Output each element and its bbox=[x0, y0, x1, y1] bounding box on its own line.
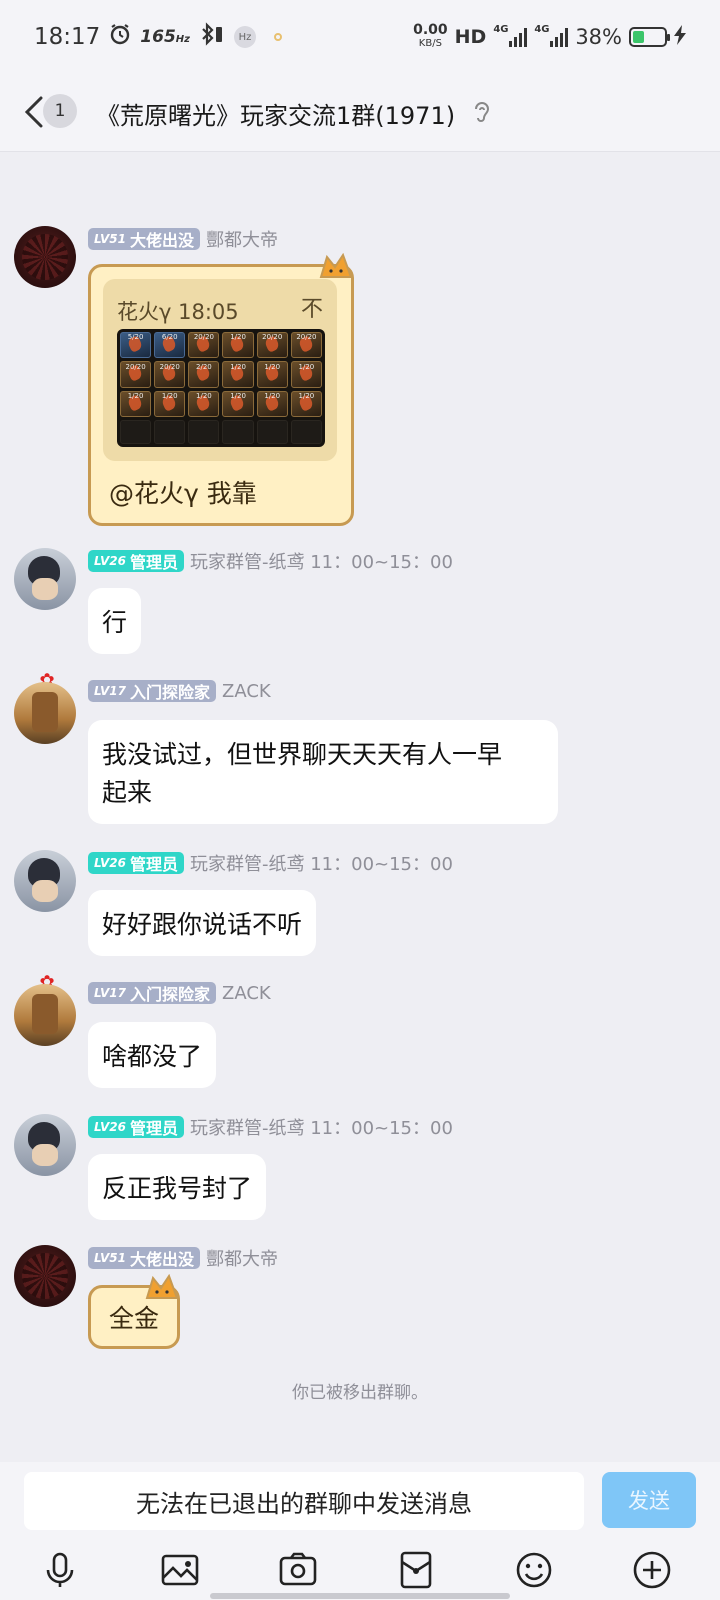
sender-nick[interactable]: 酆都大帝 bbox=[206, 1245, 278, 1271]
avatar[interactable] bbox=[14, 226, 76, 288]
chat-title[interactable]: 《荒原曙光》玩家交流1群(1971) bbox=[96, 96, 455, 131]
message-text: 全金 bbox=[109, 1304, 160, 1333]
chat-header: 1 《荒原曙光》玩家交流1群(1971) bbox=[0, 74, 720, 152]
inventory-count: 1/20 bbox=[127, 392, 144, 401]
battery-icon bbox=[629, 27, 670, 47]
inventory-slot-empty bbox=[188, 420, 220, 444]
inventory-slot-empty bbox=[154, 420, 186, 444]
message-meta: LV17 入门探险家 ZACK bbox=[88, 982, 271, 1004]
level-badge: LV17 入门探险家 bbox=[88, 680, 216, 702]
sender-nick[interactable]: ZACK bbox=[222, 681, 271, 702]
notification-dot bbox=[274, 33, 282, 41]
ear-icon[interactable] bbox=[472, 99, 492, 127]
alarm-icon bbox=[108, 22, 132, 52]
level-badge: LV26 管理员 bbox=[88, 1116, 184, 1138]
battery-percent: 38% bbox=[575, 25, 622, 49]
message-meta: LV17 入门探险家 ZACK bbox=[88, 680, 271, 702]
red-packet-icon[interactable] bbox=[394, 1548, 438, 1592]
message-meta: LV51 大佬出没 酆都大帝 bbox=[88, 226, 278, 252]
inventory-slot: 1/20 bbox=[120, 390, 152, 418]
signal-2: 4G bbox=[534, 24, 569, 47]
sender-nick[interactable]: 玩家群管-纸鸢 11：00~15：00 bbox=[190, 1114, 453, 1140]
input-bar: 无法在已退出的群聊中发送消息 发送 bbox=[0, 1462, 720, 1600]
message-bubble[interactable]: 全金 bbox=[88, 1274, 181, 1349]
inventory-screenshot[interactable]: 5/20 6/20 20/20 1/20 20/20 20/20 20/20 20/20 2/2… bbox=[117, 329, 325, 447]
inventory-slot: 1/20 bbox=[154, 390, 186, 418]
net-speed: 0.00 KB/S bbox=[413, 22, 448, 49]
message-text-line: 起来 bbox=[102, 778, 153, 807]
message-text-line: 我没试过，但世界聊天天天有人一早 bbox=[102, 740, 503, 769]
message-bubble[interactable]: 好好跟你说话不听 bbox=[88, 890, 317, 956]
inventory-count: 1/20 bbox=[230, 392, 246, 401]
status-bar: 18:17 165Hz Hz 0.00 KB/S HD 4G 4G 38% bbox=[0, 0, 720, 74]
status-chip: Hz bbox=[234, 26, 256, 48]
avatar[interactable] bbox=[14, 1245, 76, 1307]
inventory-slot: 1/20 bbox=[222, 390, 254, 418]
message-meta: LV26 管理员 玩家群管-纸鸢 11：00~15：00 bbox=[88, 548, 453, 574]
message-meta: LV51 大佬出没 酆都大帝 bbox=[88, 1245, 278, 1271]
signal-1: 4G bbox=[493, 24, 528, 47]
cat-ears-icon bbox=[319, 253, 353, 278]
level-badge: LV26 管理员 bbox=[88, 550, 184, 572]
microphone-icon[interactable] bbox=[38, 1548, 82, 1592]
message-bubble[interactable]: 花火γ 18:05 不 5/20 6/20 20/20 1/20 20/20 20/20 2… bbox=[88, 253, 354, 526]
message-bubble[interactable]: 行 bbox=[88, 588, 142, 654]
inventory-slot: 1/20 bbox=[290, 390, 322, 418]
inventory-slot: 1/20 bbox=[256, 390, 288, 418]
refresh-rate: 165Hz bbox=[140, 27, 190, 47]
inventory-slot-empty bbox=[222, 420, 254, 444]
inventory-slot: 1/20 bbox=[188, 390, 220, 418]
bluetooth-icon bbox=[198, 22, 226, 52]
emoji-icon[interactable] bbox=[512, 1548, 556, 1592]
image-icon[interactable] bbox=[158, 1548, 202, 1592]
inventory-count: 1/20 bbox=[264, 392, 281, 401]
avatar[interactable] bbox=[14, 850, 76, 912]
level-badge: LV51 大佬出没 bbox=[88, 228, 200, 250]
level-badge: LV51 大佬出没 bbox=[88, 1247, 200, 1269]
inventory-count: 1/20 bbox=[161, 392, 178, 401]
charging-icon bbox=[674, 24, 686, 50]
inventory-count: 1/20 bbox=[196, 392, 212, 401]
avatar[interactable] bbox=[14, 984, 76, 1046]
status-time: 18:17 bbox=[34, 24, 101, 50]
message-bubble[interactable]: 反正我号封了 bbox=[88, 1154, 267, 1220]
unread-badge[interactable]: 1 bbox=[43, 94, 77, 128]
message-meta: LV26 管理员 玩家群管-纸鸢 11：00~15：00 bbox=[88, 1114, 453, 1140]
sender-nick[interactable]: 玩家群管-纸鸢 11：00~15：00 bbox=[190, 850, 453, 876]
camera-icon[interactable] bbox=[276, 1548, 320, 1592]
cat-ears-icon bbox=[145, 1274, 179, 1299]
message-bubble[interactable]: 我没试过，但世界聊天天天有人一早 起来 bbox=[88, 720, 558, 824]
hd-indicator: HD bbox=[454, 26, 487, 48]
message-bubble[interactable]: 啥都没了 bbox=[88, 1022, 217, 1088]
system-tip: 你已被移出群聊。 bbox=[292, 1383, 428, 1403]
input-toolbar bbox=[0, 1548, 720, 1596]
message-text: @花火γ 我靠 bbox=[109, 479, 257, 508]
level-badge: LV17 入门探险家 bbox=[88, 982, 216, 1004]
send-button[interactable]: 发送 bbox=[602, 1472, 696, 1528]
sender-nick[interactable]: 玩家群管-纸鸢 11：00~15：00 bbox=[190, 548, 453, 574]
message-text: 好好跟你说话不听 bbox=[102, 910, 303, 939]
sender-nick[interactable]: ZACK bbox=[222, 983, 271, 1004]
plus-icon[interactable] bbox=[630, 1548, 674, 1592]
message-text: 行 bbox=[102, 608, 128, 637]
quoted-message[interactable]: 花火γ 18:05 不 5/20 6/20 20/20 1/20 20/20 20/20 2… bbox=[103, 279, 337, 461]
message-text: 反正我号封了 bbox=[102, 1174, 253, 1203]
inventory-slot-empty bbox=[290, 420, 322, 444]
inventory-count: 1/20 bbox=[298, 392, 315, 401]
inventory-slot-empty bbox=[256, 420, 288, 444]
inventory-slot-empty bbox=[120, 420, 152, 444]
level-badge: LV26 管理员 bbox=[88, 852, 184, 874]
message-meta: LV26 管理员 玩家群管-纸鸢 11：00~15：00 bbox=[88, 850, 453, 876]
sender-nick[interactable]: 酆都大帝 bbox=[206, 226, 278, 252]
avatar[interactable] bbox=[14, 548, 76, 610]
home-indicator[interactable] bbox=[210, 1593, 510, 1599]
avatar[interactable] bbox=[14, 682, 76, 744]
avatar[interactable] bbox=[14, 1114, 76, 1176]
message-input[interactable]: 无法在已退出的群聊中发送消息 bbox=[24, 1472, 584, 1530]
message-text: 啥都没了 bbox=[102, 1042, 203, 1071]
